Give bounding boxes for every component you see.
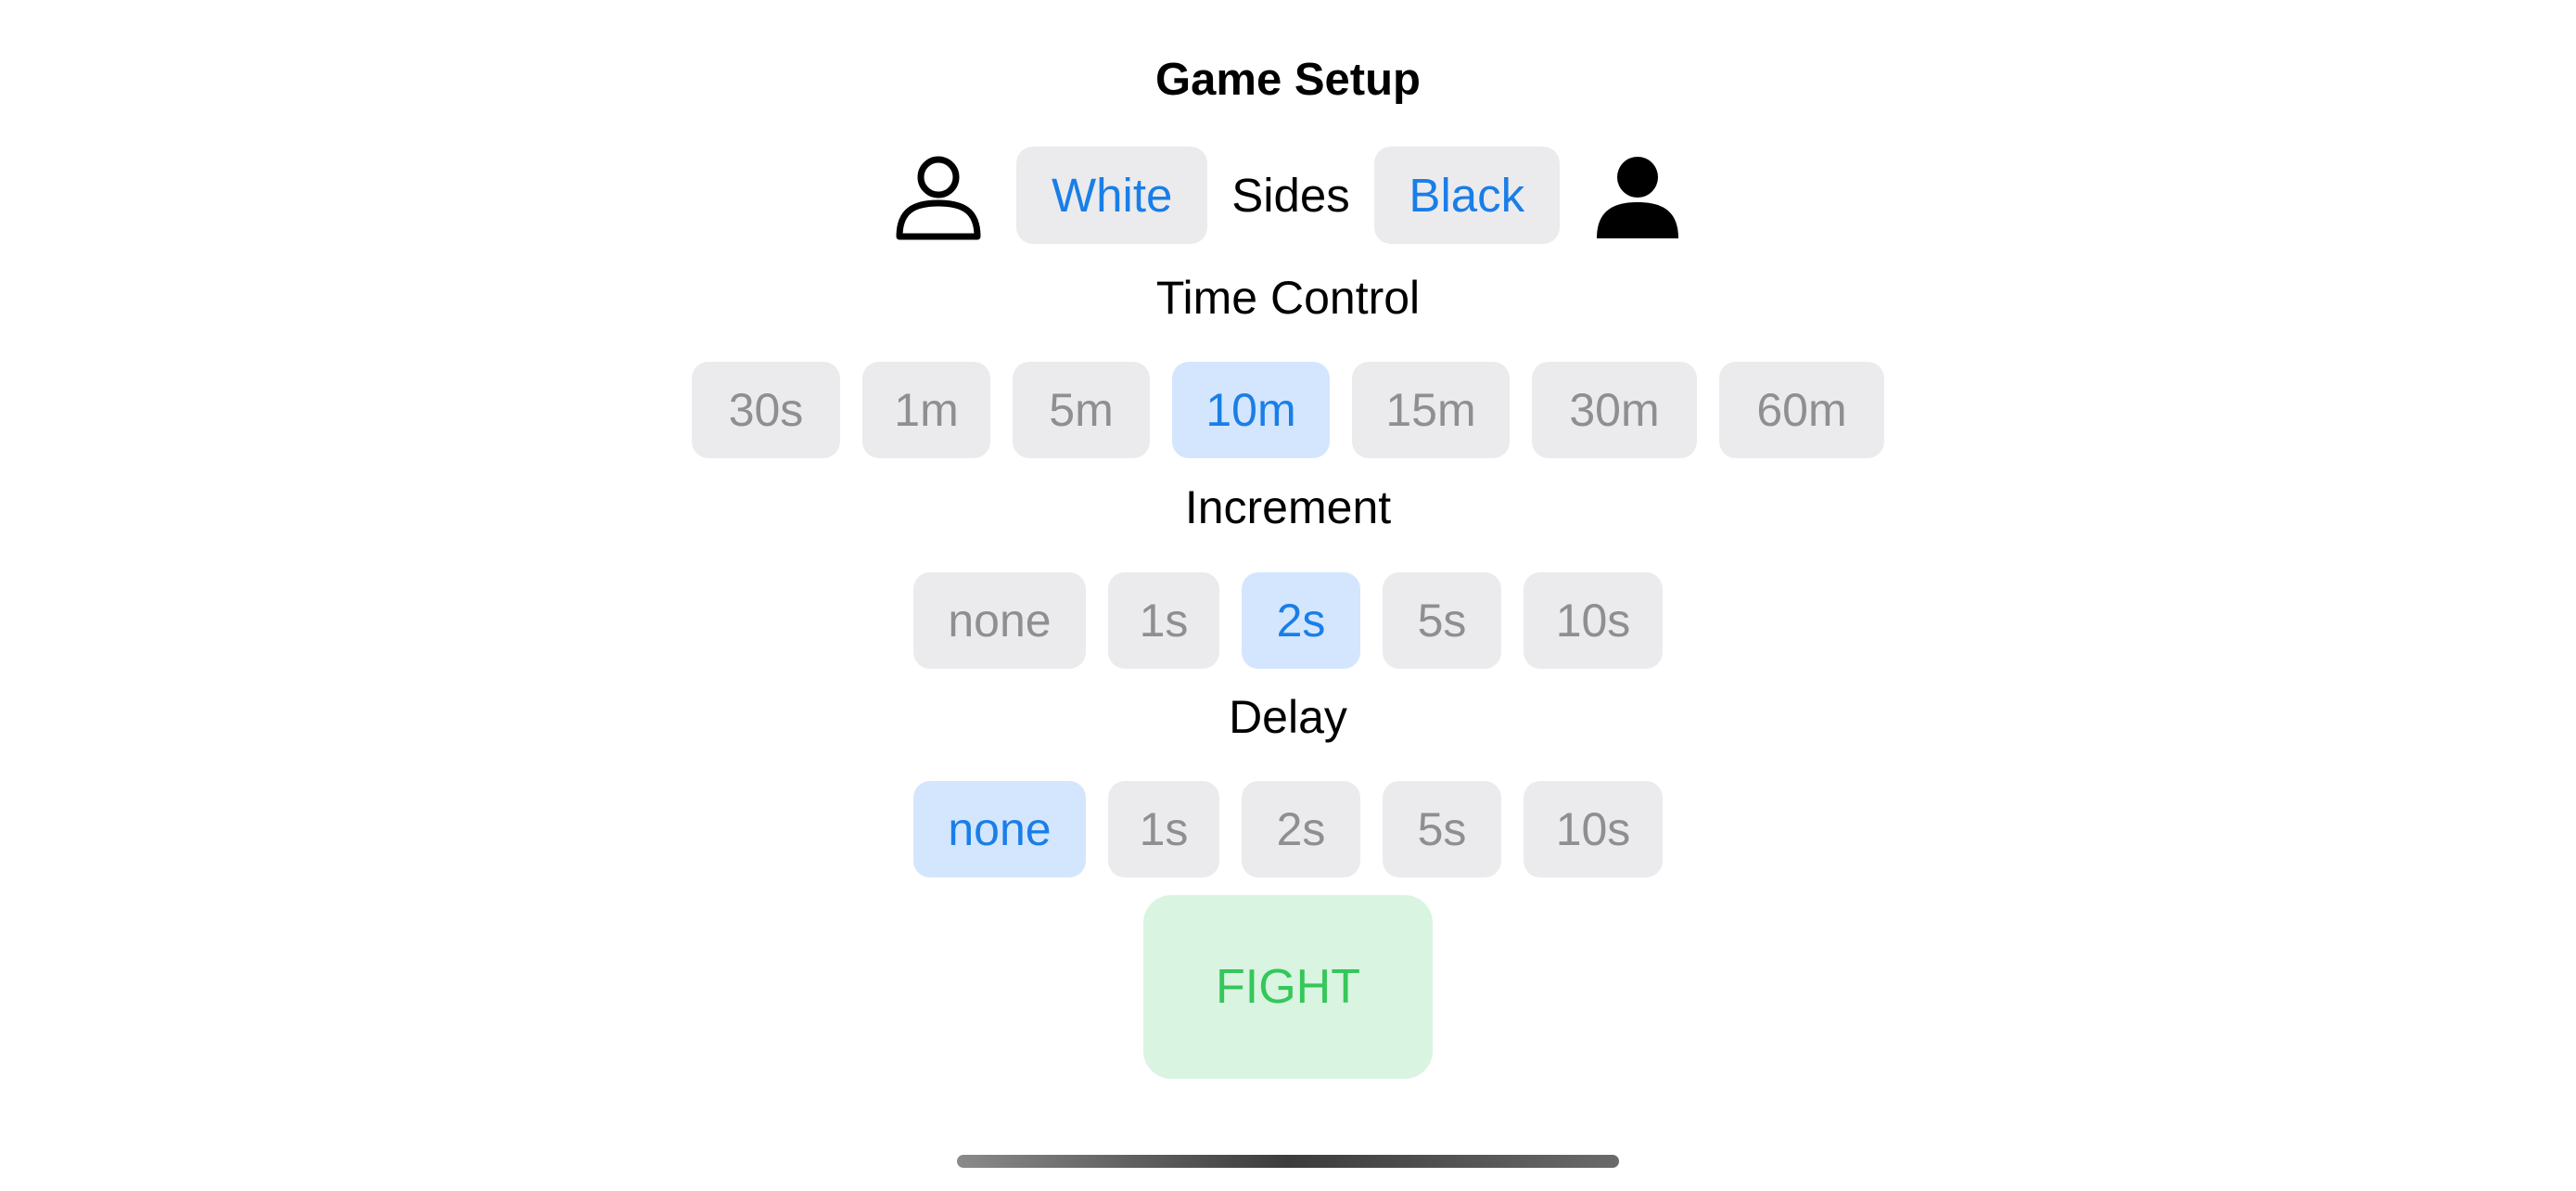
delay-label: Delay <box>1229 691 1347 743</box>
black-side-button[interactable]: Black <box>1373 147 1560 244</box>
increment-5s[interactable]: 5s <box>1383 572 1501 669</box>
increment-label: Increment <box>1184 481 1392 533</box>
page-title: Game Setup <box>1155 55 1421 105</box>
time-control-5m[interactable]: 5m <box>1013 362 1150 458</box>
time-control-30m[interactable]: 30m <box>1532 362 1697 458</box>
delay-2s[interactable]: 2s <box>1242 781 1360 877</box>
fight-button[interactable]: FIGHT <box>1143 895 1433 1079</box>
time-control-30s[interactable]: 30s <box>692 362 840 458</box>
sides-label: Sides <box>1231 169 1350 222</box>
delay-10s[interactable]: 10s <box>1524 781 1663 877</box>
home-indicator[interactable] <box>957 1155 1619 1168</box>
delay-5s[interactable]: 5s <box>1383 781 1501 877</box>
time-control-10m[interactable]: 10m <box>1172 362 1330 458</box>
time-control-1m[interactable]: 1m <box>862 362 990 458</box>
person-filled-icon <box>1593 151 1682 240</box>
delay-options: none 1s 2s 5s 10s <box>0 781 2576 877</box>
time-control-60m[interactable]: 60m <box>1719 362 1884 458</box>
increment-2s[interactable]: 2s <box>1242 572 1360 669</box>
increment-none[interactable]: none <box>913 572 1086 669</box>
time-control-options: 30s 1m 5m 10m 15m 30m 60m <box>0 362 2576 458</box>
time-control-15m[interactable]: 15m <box>1352 362 1510 458</box>
person-outline-icon <box>894 151 983 240</box>
increment-1s[interactable]: 1s <box>1108 572 1219 669</box>
delay-1s[interactable]: 1s <box>1108 781 1219 877</box>
delay-none[interactable]: none <box>913 781 1086 877</box>
increment-10s[interactable]: 10s <box>1524 572 1663 669</box>
game-setup-screen: Game Setup White Sides Black Time Contro… <box>0 0 2576 1191</box>
time-control-label: Time Control <box>1155 272 1421 324</box>
sides-row: White Sides Black <box>0 146 2576 245</box>
increment-options: none 1s 2s 5s 10s <box>0 572 2576 669</box>
white-side-button[interactable]: White <box>1016 147 1208 244</box>
